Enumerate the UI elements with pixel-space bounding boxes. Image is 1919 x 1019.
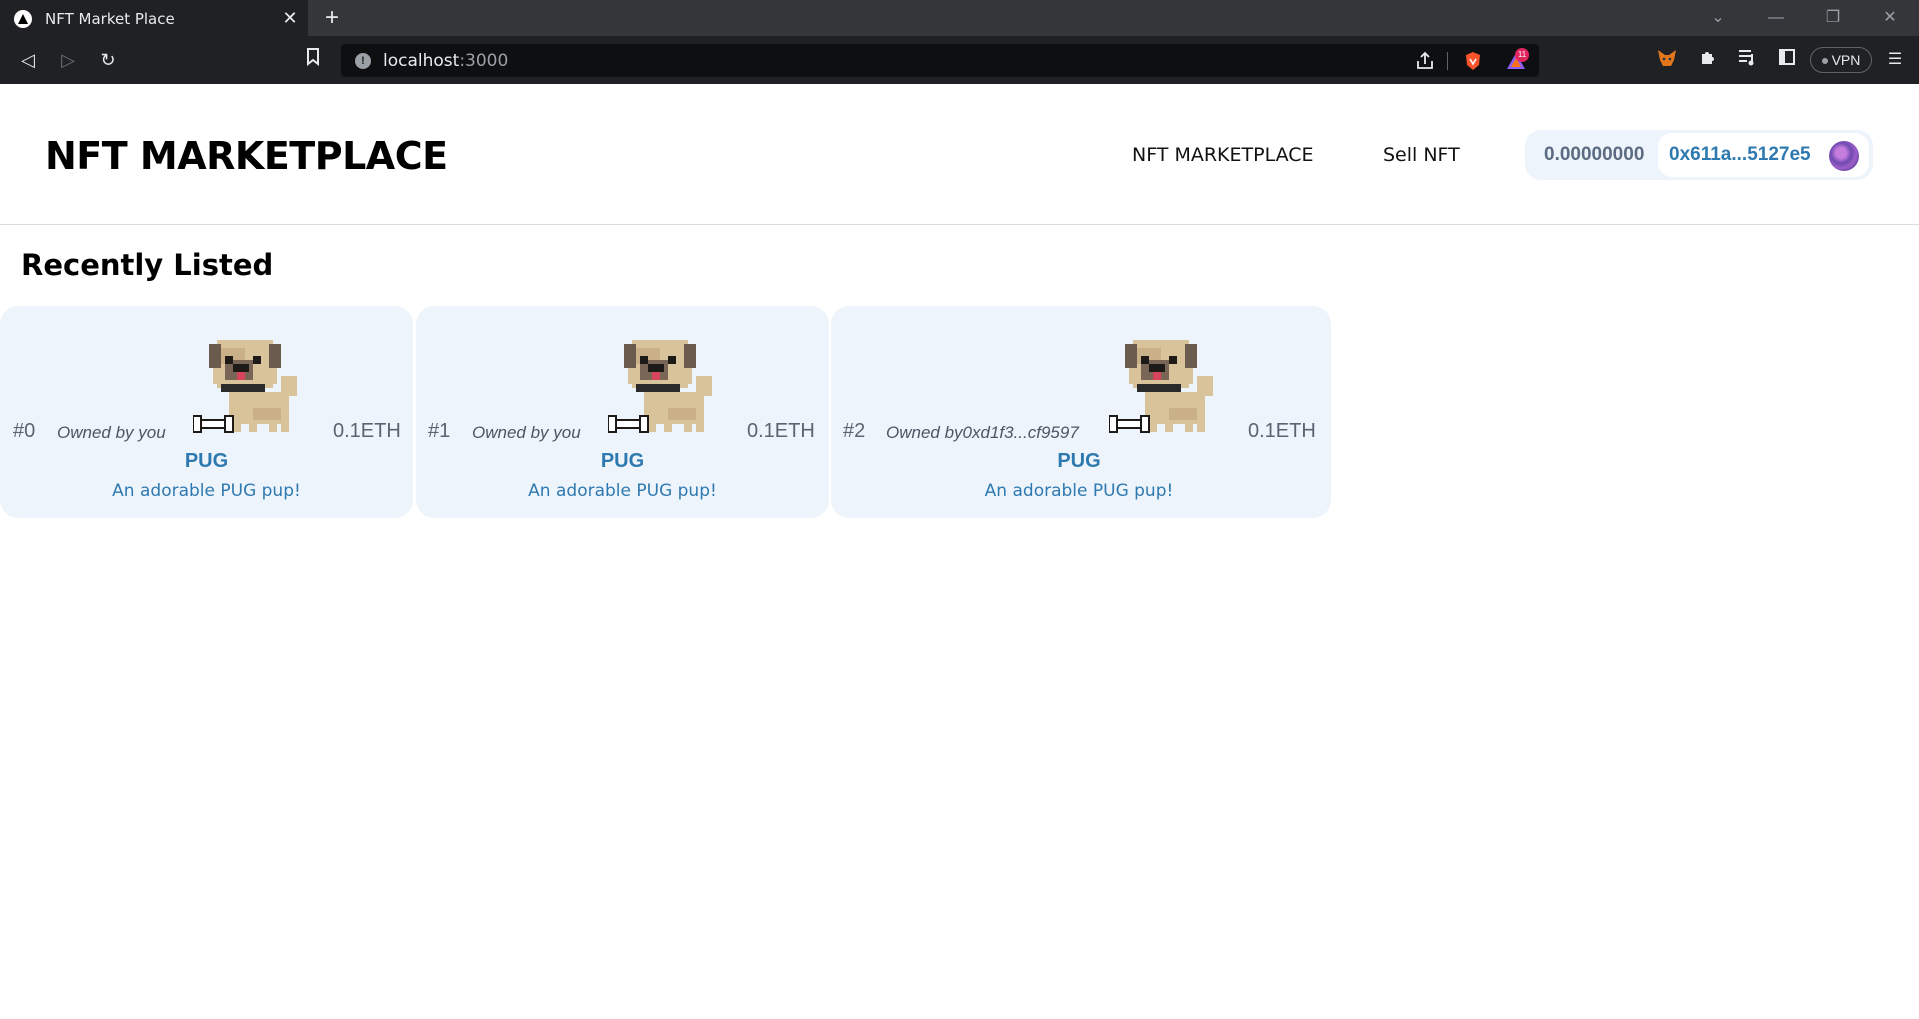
window-close-icon[interactable]: ✕ <box>1878 6 1902 30</box>
section-title: Recently Listed <box>21 248 274 282</box>
divider <box>1447 52 1448 70</box>
vpn-button[interactable]: VPN <box>1810 47 1872 73</box>
price-label: 0.1ETH <box>1248 420 1316 442</box>
bookmark-icon[interactable] <box>301 48 325 72</box>
status-dot-icon <box>1821 58 1828 65</box>
price-label: 0.1ETH <box>747 420 815 442</box>
price-label: 0.1ETH <box>333 420 401 442</box>
owner-label: Owned by0xd1f3...cf9597 <box>886 423 1079 442</box>
minimize-icon[interactable]: — <box>1764 6 1788 30</box>
url-text: localhost:3000 <box>383 51 508 71</box>
brave-rewards-icon[interactable]: 11 <box>1505 48 1529 72</box>
account-pill[interactable]: 0x611a...5127e5 <box>1658 133 1869 177</box>
triangle-icon <box>14 10 32 28</box>
site-header: NFT MARKETPLACE NFT MARKETPLACE Sell NFT… <box>0 84 1919 225</box>
tab-title: NFT Market Place <box>45 10 175 28</box>
site-brand[interactable]: NFT MARKETPLACE <box>45 134 448 178</box>
menu-icon[interactable]: ☰ <box>1883 48 1907 72</box>
browser-toolbar: ◁ ▷ ↻ ! localhost:3000 11 VPN ☰ <box>0 36 1919 84</box>
share-icon[interactable] <box>1414 50 1436 72</box>
pug-nft-image[interactable] <box>193 332 309 444</box>
tab-search-icon[interactable]: ⌄ <box>1706 6 1730 30</box>
nft-description: An adorable PUG pup! <box>984 481 1174 501</box>
owner-label: Owned by you <box>57 423 166 442</box>
browser-tab[interactable]: NFT Market Place ✕ <box>0 0 308 36</box>
pug-nft-image[interactable] <box>1109 332 1225 444</box>
reload-icon[interactable]: ↻ <box>96 48 120 72</box>
token-id: #0 <box>13 420 36 442</box>
rewards-badge: 11 <box>1515 48 1529 62</box>
wallet-address: 0x611a...5127e5 <box>1669 144 1811 165</box>
wallet-connect-button[interactable]: 0.00000000 0x611a...5127e5 <box>1525 130 1873 180</box>
playlist-icon[interactable] <box>1735 48 1759 72</box>
token-id: #1 <box>428 420 451 442</box>
nft-name: PUG <box>600 450 645 472</box>
pug-nft-image[interactable] <box>608 332 724 444</box>
address-bar[interactable]: ! localhost:3000 11 <box>341 44 1539 77</box>
sidebar-icon[interactable] <box>1775 48 1799 72</box>
browser-tab-strip: NFT Market Place ✕ + ⌄ — ❐ ✕ <box>0 0 1919 36</box>
brave-shield-icon[interactable] <box>1462 50 1484 72</box>
back-icon[interactable]: ◁ <box>16 48 40 72</box>
nft-name: PUG <box>1057 450 1101 472</box>
vpn-label: VPN <box>1831 52 1861 68</box>
metamask-icon[interactable] <box>1655 48 1679 72</box>
nft-name: PUG <box>184 450 229 472</box>
restore-icon[interactable]: ❐ <box>1821 6 1845 30</box>
avatar <box>1829 141 1859 171</box>
nft-description: An adorable PUG pup! <box>112 481 301 501</box>
owner-label: Owned by you <box>472 423 581 442</box>
nav-link-marketplace[interactable]: NFT MARKETPLACE <box>1132 144 1314 166</box>
page-content: NFT MARKETPLACE NFT MARKETPLACE Sell NFT… <box>0 84 1919 1019</box>
forward-icon[interactable]: ▷ <box>56 48 80 72</box>
token-id: #2 <box>843 420 866 442</box>
url-host: localhost <box>383 51 460 71</box>
wallet-balance: 0.00000000 <box>1544 144 1645 165</box>
url-port: :3000 <box>459 51 509 71</box>
extensions-icon[interactable] <box>1696 48 1720 72</box>
info-icon[interactable]: ! <box>355 53 371 69</box>
nav-link-sell-nft[interactable]: Sell NFT <box>1383 144 1460 166</box>
close-icon[interactable]: ✕ <box>280 8 300 28</box>
nft-description: An adorable PUG pup! <box>528 481 717 501</box>
new-tab-button[interactable]: + <box>320 6 344 30</box>
